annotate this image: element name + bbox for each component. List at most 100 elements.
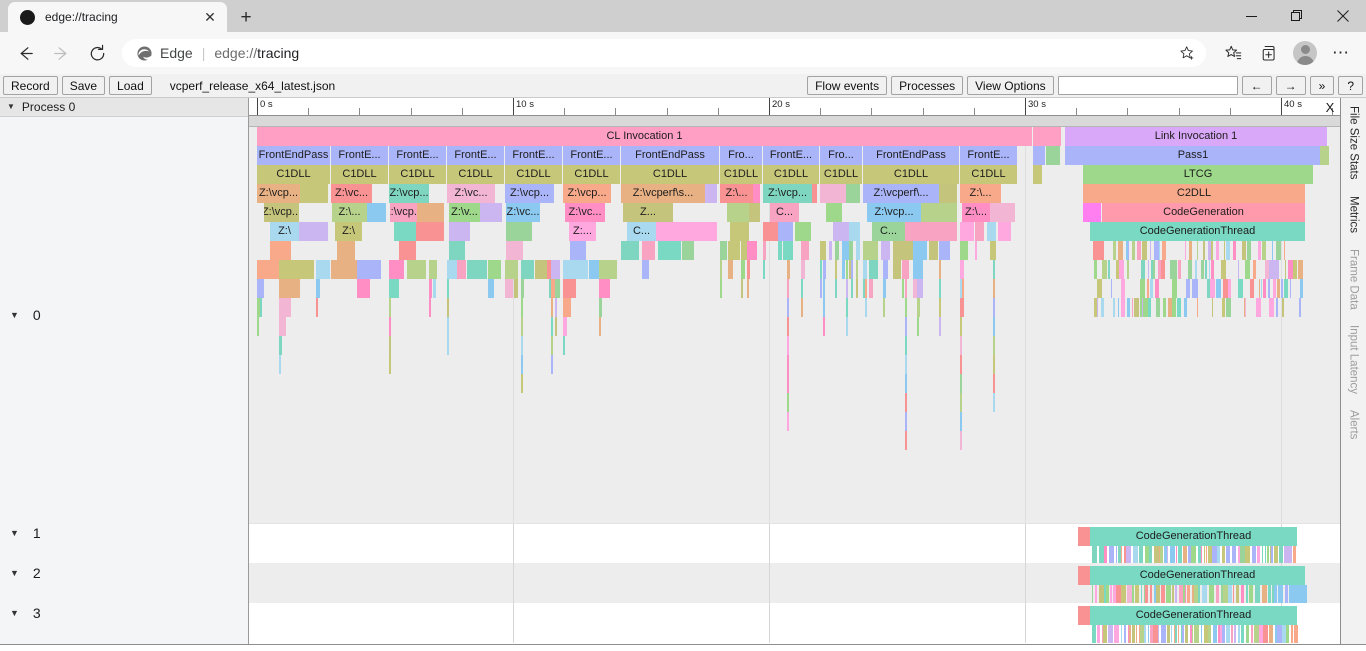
flame-slice-nested[interactable] [1262,585,1267,603]
flame-slice-nested[interactable] [457,260,466,279]
flame-slice-nested[interactable] [787,393,789,412]
flame-slice-nested[interactable] [1134,298,1139,317]
flame-slice-nested[interactable] [1135,585,1139,603]
time-ruler[interactable]: 0 s 10 s 20 s 30 s 40 s [249,98,1340,116]
flame-slice-nested[interactable] [960,431,962,450]
flame-slice-nested[interactable] [1293,546,1296,563]
flame-slice-nested[interactable] [1109,546,1114,563]
flame-slice-nested[interactable] [1103,625,1107,643]
flame-slice-file[interactable] [656,222,717,241]
flame-slice-nested[interactable] [960,260,964,279]
flame-slice-nested[interactable] [905,393,907,412]
flame-slice-nested[interactable] [939,279,941,298]
add-favorite-icon[interactable] [1174,40,1200,66]
processes-button[interactable]: Processes [891,76,964,95]
flame-slice-nested[interactable] [1108,260,1110,279]
thread-label-2[interactable]: ▼ 2 [0,553,248,593]
flame-slice-nested[interactable] [1238,279,1243,298]
flame-slice-nested[interactable] [1196,279,1198,298]
flame-slice-nested[interactable] [905,317,907,336]
flame-slice-nested[interactable] [1121,585,1126,603]
flame-slice-nested[interactable] [869,260,878,279]
flame-slice-nested[interactable] [1149,546,1152,563]
flame-slice-file[interactable] [939,184,957,203]
flame-slice-nested[interactable] [856,241,860,260]
flame-slice-nested[interactable] [1282,298,1284,317]
flame-slice-file[interactable]: Z:\vc... [331,184,372,203]
flame-slice-nested[interactable] [551,355,553,374]
save-button[interactable]: Save [61,76,106,95]
flame-slice-frontendpass[interactable]: FrontE... [505,146,562,165]
flame-slice-nested[interactable] [1216,279,1221,298]
flame-slice-nested[interactable] [1172,260,1177,279]
flame-slice-nested[interactable] [960,317,962,336]
flame-slice-nested[interactable] [257,317,259,336]
flame-slice-nested[interactable] [1187,585,1190,603]
flame-slice-nested[interactable] [1166,585,1171,603]
flame-slice-file[interactable] [399,241,416,260]
tab-close-icon[interactable]: ✕ [199,6,221,28]
flame-slice-nested[interactable] [1238,260,1239,279]
flame-slice-file[interactable] [753,184,760,203]
flame-slice-nested[interactable] [1167,625,1170,643]
flame-slice-nested[interactable] [763,260,765,279]
flame-slice-link-invocation-1[interactable]: Link Invocation 1 [1065,127,1327,146]
flame-slice-nested[interactable] [389,336,391,355]
flame-slice-nested[interactable] [846,317,848,336]
flame-slice-nested[interactable] [820,279,822,298]
flame-slice-nested[interactable] [1211,260,1214,279]
flame-slice-nested[interactable] [1268,585,1271,603]
flame-slice-nested[interactable] [939,317,941,336]
flame-slice-file[interactable] [990,203,1015,222]
flame-slice-nested[interactable] [728,260,733,279]
flame-slice-nested[interactable] [820,241,826,260]
flame-slice-nested[interactable] [829,241,832,260]
flame-slice-file[interactable]: Z:\vc... [565,203,605,222]
flame-slice-file[interactable] [905,222,957,241]
flame-slice-file[interactable]: Z:... [569,222,596,241]
flame-slice-nested[interactable] [1195,260,1197,279]
flame-slice-nested[interactable] [1226,546,1230,563]
flame-slice-file[interactable]: C... [770,203,799,222]
flame-slice-nested[interactable] [1092,625,1096,643]
flame-slice-nested[interactable] [787,355,789,374]
flame-slice-nested[interactable] [883,279,886,298]
flame-slice-nested[interactable] [407,260,426,279]
flame-slice-nested[interactable] [563,260,588,279]
flame-slice-nested[interactable] [1281,279,1283,298]
flame-slice-nested[interactable] [905,431,907,450]
flame-slice-c2dll[interactable]: C2DLL [1083,184,1305,203]
flame-slice-nested[interactable] [1132,585,1134,603]
new-tab-button[interactable]: + [231,4,261,32]
flame-slice-nested[interactable] [447,317,449,336]
flame-slice-nested[interactable] [1262,241,1266,260]
flame-slice-nested[interactable] [1111,279,1112,298]
flame-slice-nested[interactable] [720,279,722,298]
flame-slice-nested[interactable] [835,279,837,298]
flame-slice-nested[interactable] [429,298,431,317]
chevron-down-icon[interactable]: ▼ [7,103,15,111]
flame-slice-nested[interactable] [1255,585,1260,603]
flame-slice-nested[interactable] [467,260,487,279]
flame-slice-nested[interactable] [1234,625,1236,643]
flame-slice-nested[interactable] [787,317,789,336]
flame-slice-nested[interactable] [917,317,919,336]
flame-slice-nested[interactable] [1256,298,1261,317]
flame-slice-nested[interactable] [599,317,601,336]
flame-slice-nested[interactable] [993,317,995,336]
flame-slice-nested[interactable] [279,279,300,298]
flame-slice-nested[interactable] [993,374,995,393]
thread-row-2-track[interactable]: CodeGenerationThread [249,563,1340,603]
flame-slice-nested[interactable] [1204,546,1205,563]
flame-slice-nested[interactable] [1278,585,1283,603]
flame-slice-nested[interactable] [1163,298,1166,317]
flame-slice-nested[interactable] [863,260,867,279]
search-prev-button[interactable]: ← [1241,76,1272,95]
flame-slice-file[interactable]: Z:\vcp... [264,203,299,222]
side-panel-tab-alerts[interactable]: Alerts [1341,402,1366,447]
flame-slice-file[interactable] [394,222,416,241]
flame-slice-nested[interactable] [913,241,927,260]
flame-slice-wh[interactable] [1083,203,1101,222]
flame-slice-nested[interactable] [1155,279,1159,298]
flame-slice-nested[interactable] [1279,546,1283,563]
